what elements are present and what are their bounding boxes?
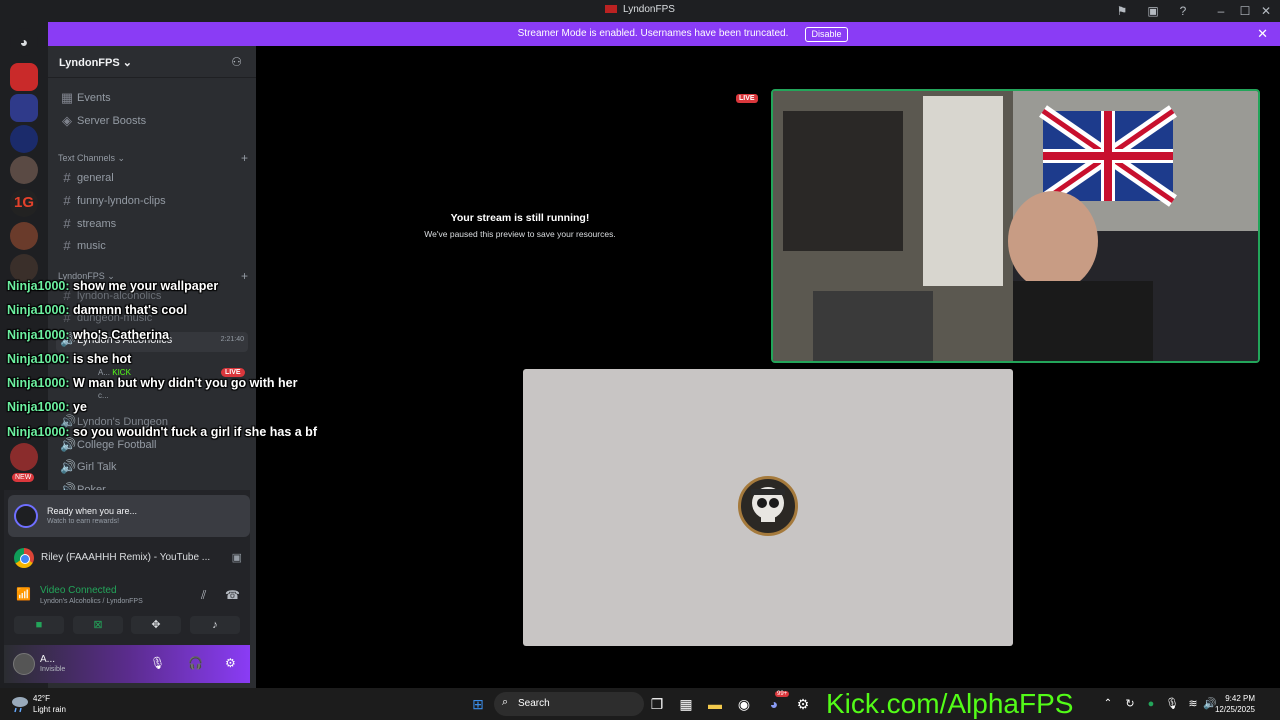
flag-report-icon[interactable]: ⚑ bbox=[1114, 3, 1130, 19]
search-icon: ⌕ bbox=[502, 696, 509, 708]
webcam-scene bbox=[773, 91, 1258, 361]
discord-taskbar-icon[interactable]: ◕ bbox=[764, 694, 784, 714]
flag-icon bbox=[605, 5, 618, 14]
server-icon-avatar[interactable] bbox=[10, 222, 38, 250]
hashtag-icon: # bbox=[63, 238, 71, 253]
speaker-icon: 🔊 bbox=[60, 459, 77, 474]
server-header[interactable]: LyndonFPS ⌄ ⚇ bbox=[48, 46, 256, 78]
server-icon-1g[interactable]: 1G bbox=[10, 189, 38, 217]
hashtag-icon: # bbox=[63, 170, 71, 185]
disconnect-icon[interactable]: ☎ bbox=[225, 588, 240, 602]
server-icon-blue[interactable] bbox=[10, 125, 38, 153]
help-icon[interactable]: ? bbox=[1175, 3, 1191, 19]
task-view-icon[interactable]: ❐ bbox=[647, 694, 667, 714]
invite-icon[interactable]: ⚇ bbox=[231, 55, 242, 69]
new-badge: NEW bbox=[12, 473, 35, 482]
title-bar: LyndonFPS ⚑ ▣ ? – ☐ ✕ bbox=[0, 0, 1280, 22]
boost-icon: ◈ bbox=[62, 113, 72, 128]
minimize-button[interactable]: – bbox=[1213, 3, 1229, 19]
chat-message: Ninja1000: is she hot bbox=[7, 351, 132, 366]
hashtag-icon: # bbox=[63, 216, 71, 231]
taskbar-search[interactable]: ⌕ Search bbox=[494, 692, 644, 716]
discord-home-icon[interactable]: ◕ bbox=[10, 28, 38, 56]
channel-general[interactable]: # general bbox=[56, 170, 248, 188]
screen-share-icon: ⊠ bbox=[93, 619, 103, 631]
hashtag-icon: # bbox=[63, 193, 71, 208]
chrome-icon bbox=[14, 548, 34, 568]
channel-music[interactable]: # music bbox=[56, 238, 248, 256]
chat-message: Ninja1000: show me your wallpaper bbox=[7, 279, 219, 293]
chrome-taskbar-icon[interactable]: ◉ bbox=[734, 694, 754, 714]
webcam-stream-tile[interactable] bbox=[771, 89, 1260, 363]
popout-icon[interactable]: ▣ bbox=[232, 551, 242, 564]
category-text-channels[interactable]: Text Channels ⌄ + bbox=[58, 151, 248, 167]
weather-icon[interactable] bbox=[10, 693, 30, 713]
inbox-icon[interactable]: ▣ bbox=[1145, 3, 1161, 19]
window-title: LyndonFPS bbox=[0, 4, 1280, 15]
server-icon-war[interactable] bbox=[10, 254, 38, 282]
quest-icon bbox=[14, 504, 38, 528]
participant-tile[interactable] bbox=[523, 369, 1013, 646]
calendar-icon: ▦ bbox=[60, 90, 74, 105]
app-taskbar-icon[interactable]: ⚙ bbox=[793, 694, 813, 714]
stream-paused-notice: Your stream is still running! We've paus… bbox=[424, 212, 616, 239]
server-name: LyndonFPS ⌄ bbox=[59, 57, 132, 69]
camera-button[interactable]: ■ bbox=[14, 616, 64, 634]
notification-count-badge: 99+ bbox=[775, 691, 790, 697]
activities-button[interactable]: ✥ bbox=[131, 616, 181, 634]
server-icon-person[interactable] bbox=[10, 156, 38, 184]
voice-channel-girl-talk[interactable]: 🔊 Girl Talk bbox=[56, 459, 248, 477]
tray-sync-icon[interactable]: ↻ bbox=[1120, 694, 1140, 714]
kick-url-overlay: Kick.com/AlphaFPS bbox=[826, 688, 1074, 719]
screen-share-button[interactable]: ⊠ bbox=[73, 616, 123, 634]
rain-cloud-icon bbox=[12, 697, 28, 713]
headphones-icon[interactable]: 🎧 bbox=[188, 656, 203, 670]
chat-message: Ninja1000: so you wouldn't fuck a girl i… bbox=[7, 424, 317, 439]
channel-streams[interactable]: # streams bbox=[56, 216, 248, 234]
chat-message: Ninja1000: damnnn that's cool bbox=[7, 303, 188, 318]
close-banner-icon[interactable]: ✕ bbox=[1257, 26, 1268, 42]
quest-card[interactable]: Ready when you are... Watch to earn rewa… bbox=[8, 495, 250, 537]
maximize-button[interactable]: ☐ bbox=[1237, 3, 1253, 19]
activity-row[interactable]: Riley (FAAAHHH Remix) - YouTube ... ▣ bbox=[8, 545, 250, 571]
tray-mic-icon[interactable]: 🎙 bbox=[1162, 694, 1182, 714]
streamer-mode-banner: Streamer Mode is enabled. Usernames have… bbox=[48, 22, 1280, 46]
soundboard-icon: ♪ bbox=[212, 619, 218, 631]
chat-message: Ninja1000: W man but why didn't you go w… bbox=[7, 376, 298, 391]
server-icon-fps[interactable] bbox=[10, 94, 38, 122]
signal-icon[interactable]: 📶 bbox=[16, 587, 31, 601]
server-icon-red[interactable] bbox=[10, 63, 38, 91]
system-clock[interactable]: 9:42 PM 12/25/2025 bbox=[1215, 693, 1255, 715]
skull-graphic bbox=[751, 487, 785, 522]
activities-icon: ✥ bbox=[151, 619, 161, 631]
microphone-icon[interactable]: 🎙 bbox=[150, 656, 165, 670]
user-panel: A... Invisible 🎙 🎧 ⚙ bbox=[4, 645, 250, 683]
store-icon[interactable]: ▦ bbox=[676, 694, 696, 714]
server-boosts-item[interactable]: ◈ Server Boosts bbox=[56, 113, 248, 131]
tray-chevron-icon[interactable]: ⌃ bbox=[1098, 694, 1118, 714]
chat-message: Ninja1000: who's Catherina bbox=[7, 327, 170, 342]
streamer-mode-message: Streamer Mode is enabled. Usernames have… bbox=[517, 28, 789, 39]
file-explorer-icon[interactable]: ▬ bbox=[705, 694, 725, 714]
voice-connection-panel: 📶 Video Connected Lyndon's Alcoholics / … bbox=[16, 585, 240, 605]
soundboard-button[interactable]: ♪ bbox=[190, 616, 240, 634]
camera-icon: ■ bbox=[35, 619, 43, 631]
skull-avatar-icon bbox=[738, 476, 798, 536]
noise-suppression-icon[interactable]: ⫽ bbox=[201, 588, 206, 603]
live-badge: LIVE bbox=[736, 94, 758, 103]
add-channel-icon[interactable]: + bbox=[241, 151, 248, 165]
tray-status-icon[interactable]: ● bbox=[1141, 694, 1161, 714]
settings-gear-icon[interactable]: ⚙ bbox=[225, 656, 236, 670]
close-window-button[interactable]: ✕ bbox=[1258, 3, 1274, 19]
chat-message: Ninja1000: ye bbox=[7, 400, 87, 415]
avatar[interactable] bbox=[13, 653, 35, 675]
disable-streamer-mode-button[interactable]: Disable bbox=[805, 27, 848, 42]
stream-chat-overlay: Ninja1000: show me your wallpaper Ninja1… bbox=[7, 279, 367, 449]
windows-start-icon[interactable]: ⊞ bbox=[468, 694, 488, 714]
events-item[interactable]: ▦ Events bbox=[56, 90, 248, 108]
channel-funny-lyndon-clips[interactable]: # funny-lyndon-clips bbox=[56, 193, 248, 211]
windows-taskbar: 42°F Light rain ⊞ ⌕ Search ❐ ▦ ▬ ◉ ◕ 99+… bbox=[0, 688, 1280, 720]
